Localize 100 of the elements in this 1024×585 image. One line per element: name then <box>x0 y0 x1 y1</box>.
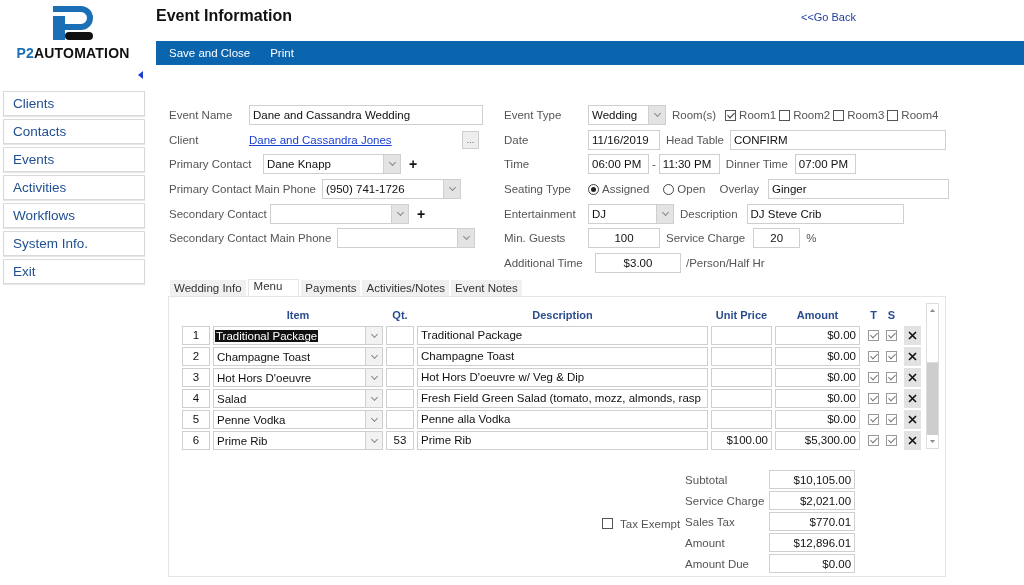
checkbox[interactable] <box>868 330 879 341</box>
currency-field[interactable]: $3.00 <box>595 253 681 274</box>
qty-field[interactable] <box>386 326 414 345</box>
back-link[interactable]: <<Go Back <box>800 11 856 23</box>
sidebar-item[interactable]: Activities <box>3 175 145 200</box>
qty-field[interactable] <box>386 389 414 408</box>
checkbox[interactable] <box>886 330 897 341</box>
unit-price-field[interactable] <box>711 410 772 429</box>
browse-button[interactable]: ... <box>462 130 479 149</box>
sidebar-item[interactable]: Clients <box>3 91 145 116</box>
time-field[interactable]: 07:00 PM <box>794 154 856 175</box>
line-number[interactable]: 4 <box>182 389 210 408</box>
sidebar-item[interactable]: Workflows <box>3 203 145 228</box>
dropdown-field[interactable]: Wedding <box>588 105 666 125</box>
tab[interactable]: Event Notes <box>451 280 522 296</box>
item-dropdown[interactable]: Penne Vodka <box>213 410 383 429</box>
checkbox[interactable] <box>886 414 897 425</box>
total-field[interactable]: $770.01 <box>769 512 856 531</box>
dropdown-field[interactable]: (950) 741-1726 <box>322 179 461 200</box>
qty-field[interactable] <box>386 410 414 429</box>
checkbox[interactable] <box>779 109 791 121</box>
checkbox[interactable] <box>886 435 897 446</box>
checkbox[interactable] <box>602 518 613 529</box>
dropdown-field[interactable]: Dane Knapp <box>263 154 401 175</box>
amount-field[interactable]: $5,300.00 <box>775 431 860 450</box>
text-field[interactable]: Dane and Cassandra Wedding <box>249 105 483 125</box>
delete-button[interactable] <box>904 410 921 429</box>
checkbox[interactable] <box>887 109 899 121</box>
checkbox[interactable] <box>886 351 897 362</box>
time-field[interactable]: 11:30 PM <box>658 154 720 175</box>
line-number[interactable]: 2 <box>182 347 210 366</box>
unit-price-field[interactable] <box>711 368 772 387</box>
description-field[interactable]: Hot Hors D'oeuvre w/ Veg & Dip <box>417 368 708 387</box>
total-field[interactable]: $12,896.01 <box>769 533 856 552</box>
checkbox[interactable] <box>868 393 879 404</box>
toolbar-button[interactable]: Save and Close <box>169 47 251 59</box>
sidebar-item[interactable]: System Info. <box>3 231 145 256</box>
qty-field[interactable] <box>386 347 414 366</box>
text-field[interactable]: DJ Steve Crib <box>746 203 904 224</box>
checkbox[interactable] <box>886 393 897 404</box>
unit-price-field[interactable] <box>711 389 772 408</box>
amount-field[interactable]: $0.00 <box>775 326 860 345</box>
checkbox[interactable] <box>868 414 879 425</box>
description-field[interactable]: Fresh Field Green Salad (tomato, mozz, almonds, rasp <box>417 389 708 408</box>
dropdown-field[interactable]: DJ <box>588 203 674 224</box>
amount-field[interactable]: $0.00 <box>775 389 860 408</box>
unit-price-field[interactable]: $100.00 <box>711 431 772 450</box>
tab[interactable]: Activities/Notes <box>362 280 450 296</box>
sidebar-item[interactable]: Exit <box>3 259 145 284</box>
add-button[interactable]: + <box>417 205 426 222</box>
item-dropdown[interactable]: Hot Hors D'oeuvre <box>213 368 383 387</box>
line-number[interactable]: 5 <box>182 410 210 429</box>
item-dropdown[interactable]: Champagne Toast <box>213 347 383 366</box>
tab[interactable]: Menu <box>247 279 300 296</box>
checkbox[interactable] <box>886 372 897 383</box>
dropdown-field[interactable] <box>337 228 475 249</box>
amount-field[interactable]: $0.00 <box>775 347 860 366</box>
text-field[interactable]: Ginger <box>768 179 950 200</box>
checkbox[interactable] <box>833 109 845 121</box>
unit-price-field[interactable] <box>711 347 772 366</box>
qty-field[interactable]: 53 <box>386 431 414 450</box>
toolbar-button[interactable]: Print <box>270 47 294 59</box>
delete-button[interactable] <box>904 389 921 408</box>
amount-field[interactable]: $0.00 <box>775 368 860 387</box>
total-field[interactable]: $0.00 <box>769 554 856 573</box>
total-field[interactable]: $10,105.00 <box>769 470 856 489</box>
item-dropdown[interactable]: Traditional Package <box>213 326 383 345</box>
add-button[interactable]: + <box>409 156 418 173</box>
unit-price-field[interactable] <box>711 326 772 345</box>
description-field[interactable]: Prime Rib <box>417 431 708 450</box>
description-field[interactable]: Champagne Toast <box>417 347 708 366</box>
description-field[interactable]: Traditional Package <box>417 326 708 345</box>
number-field[interactable]: 100 <box>588 228 660 249</box>
checkbox[interactable] <box>868 372 879 383</box>
client-link[interactable]: Dane and Cassandra Jones <box>249 133 462 146</box>
description-field[interactable]: Penne alla Vodka <box>417 410 708 429</box>
checkbox[interactable] <box>725 109 737 121</box>
item-dropdown[interactable]: Prime Rib <box>213 431 383 450</box>
amount-field[interactable]: $0.00 <box>775 410 860 429</box>
delete-button[interactable] <box>904 347 921 366</box>
delete-button[interactable] <box>904 326 921 345</box>
delete-button[interactable] <box>904 368 921 387</box>
sidebar-item[interactable]: Contacts <box>3 119 145 144</box>
tab[interactable]: Payments <box>301 280 361 296</box>
line-number[interactable]: 1 <box>182 326 210 345</box>
time-field[interactable]: 06:00 PM <box>588 154 649 175</box>
total-field[interactable]: $2,021.00 <box>769 491 856 510</box>
sidebar-item[interactable]: Events <box>3 147 145 172</box>
qty-field[interactable] <box>386 368 414 387</box>
checkbox[interactable] <box>868 351 879 362</box>
checkbox[interactable] <box>868 435 879 446</box>
date-field[interactable]: 11/16/2019 <box>588 129 660 150</box>
item-dropdown[interactable]: Salad <box>213 389 383 408</box>
text-field[interactable]: CONFIRM <box>730 129 946 150</box>
dropdown-field[interactable] <box>270 203 409 224</box>
tab[interactable]: Wedding Info <box>170 280 246 296</box>
delete-button[interactable] <box>904 431 921 450</box>
line-number[interactable]: 6 <box>182 431 210 450</box>
number-field[interactable]: 20 <box>753 228 801 249</box>
line-number[interactable]: 3 <box>182 368 210 387</box>
